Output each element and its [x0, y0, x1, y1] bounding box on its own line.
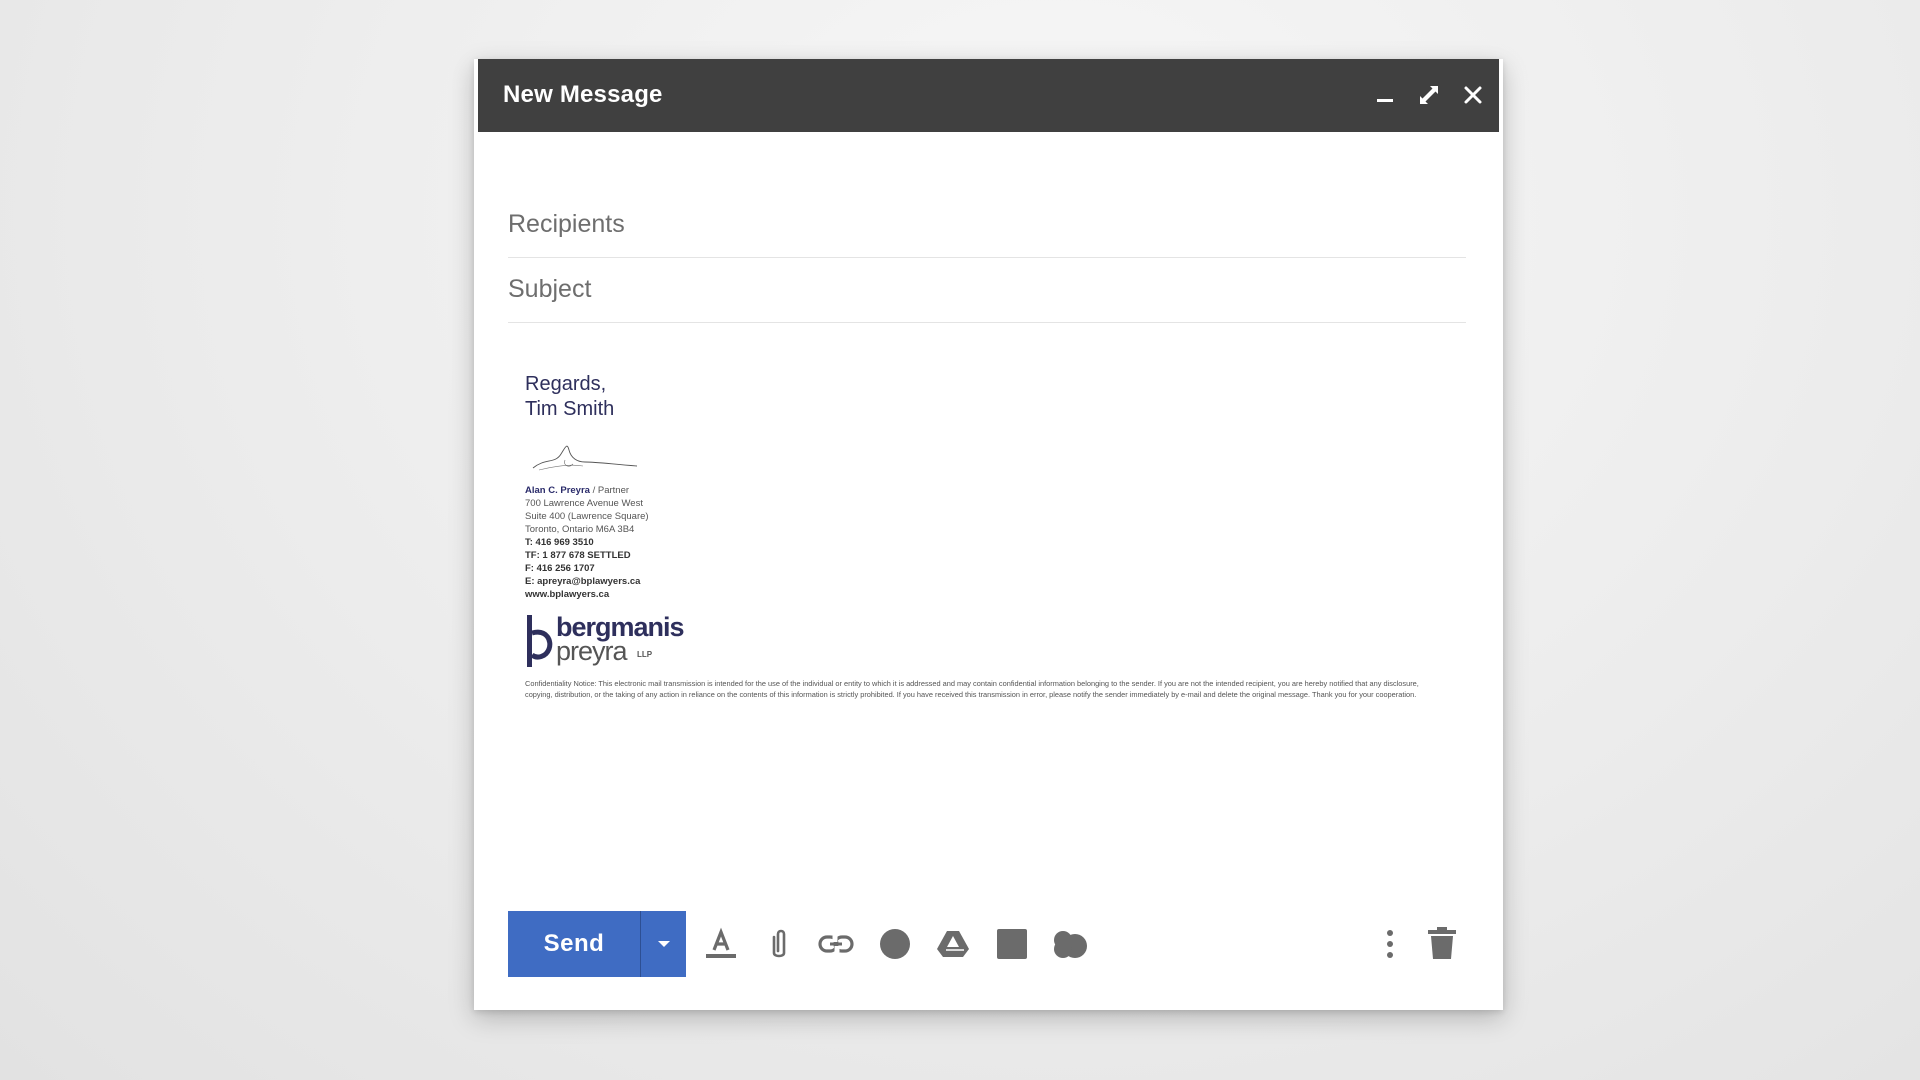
- drive-button[interactable]: [933, 924, 973, 964]
- signature-phone: T: 416 969 3510: [525, 537, 594, 548]
- send-options-button[interactable]: [641, 911, 686, 977]
- logo-text-line2: preyra: [556, 636, 628, 666]
- trash-icon: [1428, 927, 1456, 959]
- signature-role: / Partner: [589, 485, 630, 496]
- send-button[interactable]: Send: [508, 911, 640, 977]
- logo-text-suffix: LLP: [637, 650, 653, 659]
- link-button[interactable]: [816, 924, 856, 964]
- signature-address-3: Toronto, Ontario M6A 3B4: [525, 524, 635, 535]
- signature-closing: Regards,: [525, 373, 607, 395]
- attach-button[interactable]: [759, 924, 799, 964]
- emoji-button[interactable]: [875, 924, 915, 964]
- send-options-icon: [657, 941, 670, 947]
- photo-icon: [997, 929, 1027, 959]
- signature-email[interactable]: E: apreyra@bplawyers.ca: [525, 575, 1445, 588]
- recipients-field[interactable]: Recipients: [508, 192, 1466, 258]
- signature-tollfree: TF: 1 877 678 SETTLED: [525, 550, 631, 561]
- confidential-mode-button[interactable]: [1050, 924, 1090, 964]
- email-signature: Regards, Tim Smith Alan C. Preyra / Part…: [525, 372, 1445, 700]
- attach-icon: [772, 929, 786, 958]
- photo-button[interactable]: [992, 924, 1032, 964]
- more-options-button[interactable]: [1370, 924, 1410, 964]
- emoji-icon: [880, 929, 910, 959]
- drive-icon: [937, 931, 969, 957]
- minimize-icon: [1377, 99, 1393, 102]
- text-format-button[interactable]: [701, 924, 741, 964]
- signature-website[interactable]: www.bplawyers.ca: [525, 588, 1445, 601]
- minimize-button[interactable]: [1367, 77, 1403, 113]
- subject-field[interactable]: Subject: [508, 257, 1466, 323]
- link-icon: [818, 935, 854, 953]
- compose-titlebar: New Message: [478, 59, 1499, 132]
- firm-logo: bergmanis preyra LLP: [525, 613, 1445, 673]
- close-icon: [1464, 86, 1482, 104]
- compose-window: New Message Recipients Subject Regards, …: [474, 59, 1503, 1010]
- subject-placeholder: Subject: [508, 275, 592, 303]
- text-format-icon: [706, 927, 736, 958]
- confidentiality-notice: Confidentiality Notice: This electronic …: [525, 679, 1419, 699]
- confidential-icon: [1054, 931, 1087, 958]
- signature-address-1: 700 Lawrence Avenue West: [525, 498, 643, 509]
- handwritten-signature: [532, 445, 638, 471]
- signature-address-2: Suite 400 (Lawrence Square): [525, 511, 649, 522]
- expand-button[interactable]: [1411, 77, 1447, 113]
- signature-sender: Tim Smith: [525, 398, 615, 420]
- close-button[interactable]: [1455, 77, 1491, 113]
- recipients-placeholder: Recipients: [508, 210, 625, 238]
- expand-icon: [1420, 86, 1438, 104]
- window-title: New Message: [503, 81, 663, 108]
- logo-b-mark: [527, 615, 553, 667]
- signature-fax: F: 416 256 1707: [525, 563, 595, 574]
- discard-draft-button[interactable]: [1422, 924, 1462, 964]
- signature-name: Alan C. Preyra: [525, 485, 590, 496]
- compose-toolbar: Send: [508, 911, 1468, 977]
- more-options-icon: [1387, 930, 1393, 958]
